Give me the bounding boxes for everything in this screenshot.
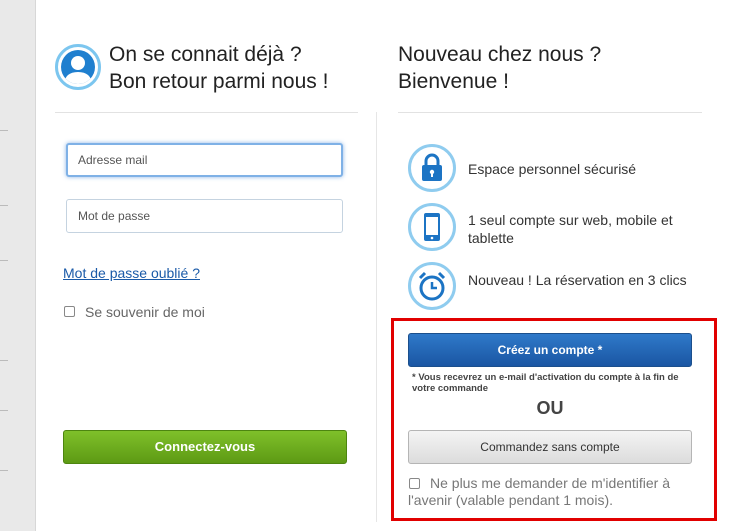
feature-quick-booking: Nouveau ! La réservation en 3 clics xyxy=(468,272,687,288)
login-title-line2: Bon retour parmi nous ! xyxy=(109,70,329,93)
forgot-password-link[interactable]: Mot de passe oublié ? xyxy=(63,265,200,281)
create-account-note: * Vous recevrez un e-mail d'activation d… xyxy=(412,372,679,394)
guest-checkout-button[interactable]: Commandez sans compte xyxy=(408,430,692,464)
create-account-button[interactable]: Créez un compte * xyxy=(408,333,692,367)
mobile-phone-icon xyxy=(408,203,456,251)
alarm-clock-icon xyxy=(408,262,456,310)
register-title-line2: Bienvenue ! xyxy=(398,70,509,93)
register-title: Nouveau chez nous ? Bienvenue ! xyxy=(398,41,601,95)
email-field[interactable]: Adresse mail xyxy=(66,143,343,177)
user-avatar-icon xyxy=(55,44,101,90)
or-separator: OU xyxy=(536,398,564,418)
login-title: On se connait déjà ? Bon retour parmi no… xyxy=(109,41,328,95)
divider xyxy=(55,112,358,113)
remember-me-label: Se souvenir de moi xyxy=(85,304,205,320)
login-title-line1: On se connait déjà ? xyxy=(109,43,302,66)
password-field[interactable]: Mot de passe xyxy=(66,199,343,233)
column-divider xyxy=(376,112,377,522)
dont-ask-again-label: Ne plus me demander de m'identifier à l'… xyxy=(408,475,671,508)
feature-secure: Espace personnel sécurisé xyxy=(468,161,637,177)
background-page xyxy=(0,0,36,531)
padlock-icon xyxy=(408,144,456,192)
feature-multi-device: 1 seul compte sur web, mobile et tablett… xyxy=(468,212,673,246)
register-title-line1: Nouveau chez nous ? xyxy=(398,43,602,66)
login-button[interactable]: Connectez-vous xyxy=(63,430,347,464)
divider xyxy=(398,112,702,113)
email-placeholder: Adresse mail xyxy=(78,153,148,167)
password-placeholder: Mot de passe xyxy=(78,209,151,223)
remember-me-checkbox[interactable] xyxy=(64,306,75,317)
